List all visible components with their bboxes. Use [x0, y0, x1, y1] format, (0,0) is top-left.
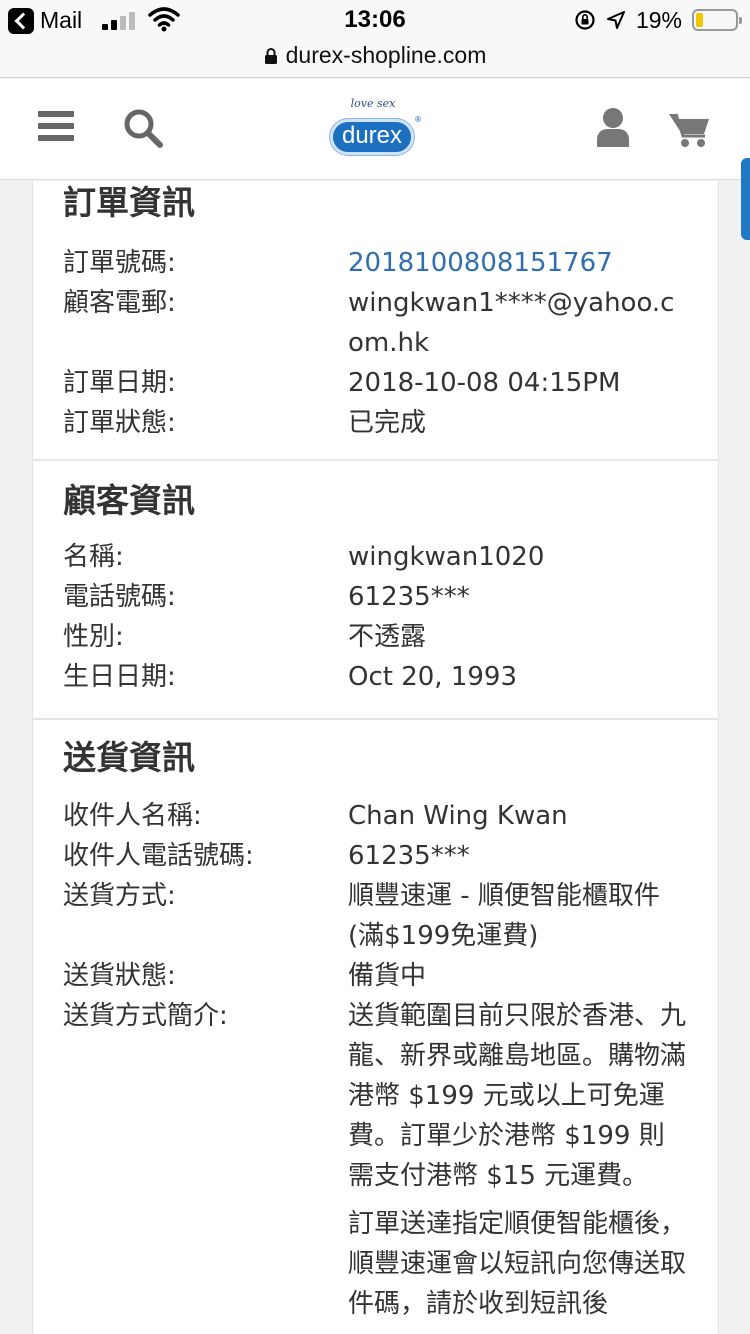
order-date-label: 訂單日期: [63, 368, 176, 398]
customer-info-section: 顧客資訊 名稱: wingkwan1020 電話號碼: 61235*** 性別:… [33, 461, 718, 720]
delivery-info-section: 送貨資訊 收件人名稱: Chan Wing Kwan 收件人電話號碼: 6123… [33, 720, 718, 1332]
delivery-description-text: 送貨範圍目前只限於香港、九龍、新界或離島地區。購物滿港幣 $199 元或以上可免… [348, 1001, 687, 1191]
customer-phone-value: 61235*** [348, 582, 470, 612]
order-info-section: 訂單資訊 訂單號碼: 2018100808151767 顧客電郵: wingkw… [33, 181, 718, 461]
order-date-row: 訂單日期: 2018-10-08 04:15PM [63, 363, 688, 403]
customer-birthday-row: 生日日期: Oct 20, 1993 [63, 657, 688, 697]
customer-email-value: wingkwan1****@yahoo.com.hk [348, 288, 675, 358]
side-feedback-tab[interactable] [741, 158, 750, 240]
user-icon[interactable] [596, 107, 630, 147]
order-number-row: 訂單號碼: 2018100808151767 [63, 243, 688, 283]
recipient-name-value: Chan Wing Kwan [348, 801, 568, 831]
order-detail-panel: 訂單資訊 訂單號碼: 2018100808151767 顧客電郵: wingkw… [32, 181, 719, 1334]
durex-logo[interactable]: love sex durex ® [328, 93, 422, 165]
order-number-label: 訂單號碼: [63, 248, 176, 278]
order-status-row: 訂單狀態: 已完成 [63, 403, 688, 443]
customer-name-value: wingkwan1020 [348, 542, 545, 572]
order-date-value: 2018-10-08 04:15PM [348, 368, 621, 398]
customer-birthday-value: Oct 20, 1993 [348, 662, 517, 692]
order-status-label: 訂單狀態: [63, 408, 176, 438]
order-number-link[interactable]: 2018100808151767 [348, 243, 688, 283]
recipient-phone-value: 61235*** [348, 841, 470, 871]
customer-gender-value: 不透露 [348, 622, 427, 652]
cart-icon[interactable] [668, 111, 710, 149]
recipient-name-label: 收件人名稱: [63, 801, 202, 831]
delivery-status-row: 送貨狀態: 備貨中 [63, 956, 688, 996]
logo-tagline: love sex [350, 97, 396, 110]
section-title-customer: 顧客資訊 [63, 481, 195, 520]
delivery-method-value: 順豐速運 - 順便智能櫃取件 (滿$199免運費) [348, 881, 660, 951]
customer-gender-label: 性別: [63, 622, 124, 652]
customer-phone-label: 電話號碼: [63, 582, 176, 612]
customer-name-label: 名稱: [63, 542, 124, 572]
customer-gender-row: 性別: 不透露 [63, 617, 688, 657]
section-title-delivery: 送貨資訊 [63, 738, 195, 777]
battery-percent: 19% [635, 6, 682, 33]
delivery-method-row: 送貨方式: 順豐速運 - 順便智能櫃取件 (滿$199免運費) [63, 876, 688, 956]
section-title-order: 訂單資訊 [63, 183, 195, 222]
order-status-value: 已完成 [348, 408, 427, 438]
customer-email-row: 顧客電郵: wingkwan1****@yahoo.com.hk [63, 283, 688, 363]
customer-birthday-label: 生日日期: [63, 662, 176, 692]
logo-wordmark: durex [330, 119, 414, 155]
delivery-method-label: 送貨方式: [63, 881, 176, 911]
customer-phone-row: 電話號碼: 61235*** [63, 577, 688, 617]
status-bar: Mail 13:06 19% [0, 0, 750, 40]
site-header: love sex durex ® [0, 79, 750, 180]
delivery-description-row: 送貨方式簡介: 送貨範圍目前只限於香港、九龍、新界或離島地區。購物滿港幣 $19… [63, 996, 688, 1332]
url-bar[interactable]: durex-shopline.com [0, 40, 750, 78]
lock-icon [264, 47, 277, 64]
search-icon[interactable] [122, 107, 164, 149]
battery-fill [696, 13, 703, 27]
delivery-description-label: 送貨方式簡介: [63, 1001, 228, 1031]
customer-name-row: 名稱: wingkwan1020 [63, 537, 688, 577]
location-icon [606, 11, 625, 29]
url-text[interactable]: durex-shopline.com [286, 42, 487, 69]
recipient-phone-label: 收件人電話號碼: [63, 841, 254, 871]
delivery-status-label: 送貨狀態: [63, 961, 176, 991]
rotation-lock-icon [575, 10, 595, 30]
battery-icon [692, 9, 742, 31]
customer-email-label: 顧客電郵: [63, 288, 176, 318]
recipient-name-row: 收件人名稱: Chan Wing Kwan [63, 796, 688, 836]
menu-icon[interactable] [38, 111, 74, 147]
delivery-description-extra: 訂單送達指定順便智能櫃後，順豐速運會以短訊向您傳送取件碼，請於收到短訊後 [348, 1209, 687, 1319]
recipient-phone-row: 收件人電話號碼: 61235*** [63, 836, 688, 876]
delivery-status-value: 備貨中 [348, 961, 427, 991]
